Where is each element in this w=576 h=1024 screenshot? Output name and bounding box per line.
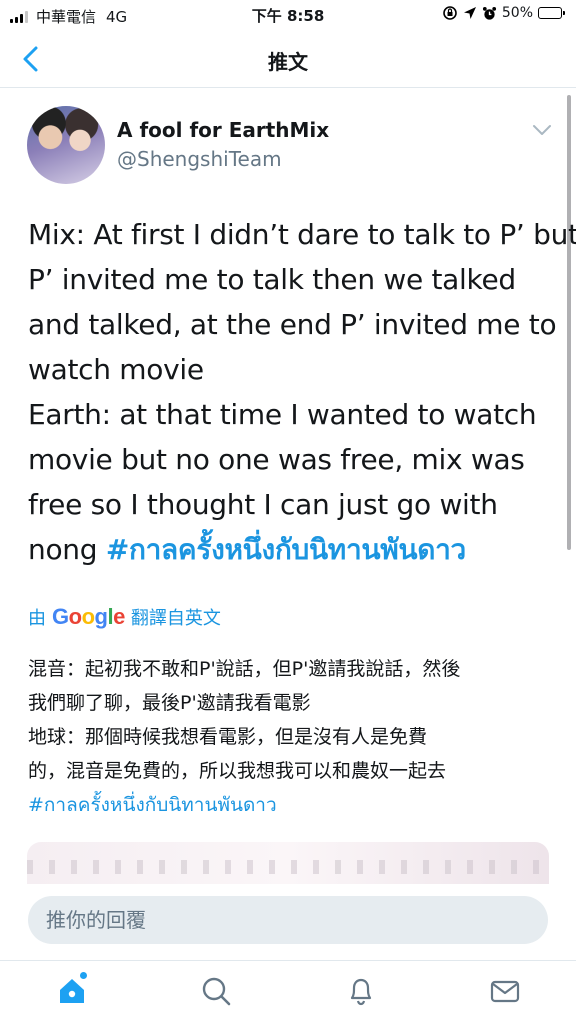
- battery-percent: 50%: [501, 5, 533, 21]
- translation-label: 翻譯自英文: [130, 608, 221, 629]
- translated-line: 混音：起初我不敢和P'說話，但P'邀請我說話，然後: [28, 658, 461, 680]
- alarm-icon: [482, 6, 496, 20]
- navigation-bar: 推文: [0, 30, 576, 88]
- translated-hashtag[interactable]: #กาลครั้งหนึ่งกับนิทานพันดาว: [28, 788, 556, 822]
- user-handle[interactable]: @ShengshiTeam: [117, 147, 282, 171]
- bell-icon: [350, 978, 372, 1006]
- translation-attribution[interactable]: 由 Google 翻譯自英文: [28, 604, 221, 630]
- hashtag-link[interactable]: #กาลครั้งหนึ่งกับนิทานพันดาว: [106, 533, 466, 566]
- tab-home[interactable]: [54, 971, 90, 1009]
- tab-notifications[interactable]: [343, 973, 379, 1009]
- tweet-text: Mix: At first I didn’t dare to talk to P…: [28, 212, 576, 572]
- tab-bar: [0, 960, 576, 1024]
- translation-by-label: 由: [28, 608, 46, 629]
- translated-line: 的，混音是免費的，所以我想我可以和農奴一起去: [28, 760, 447, 782]
- tweet-line: Earth: at that time I wanted to watch: [28, 398, 537, 431]
- reply-input[interactable]: [28, 896, 548, 944]
- avatar[interactable]: [27, 106, 105, 184]
- location-icon: [463, 7, 476, 19]
- tweet-line: movie but no one was free, mix was: [28, 443, 525, 476]
- notification-dot: [79, 971, 88, 980]
- tweet-line: P’ invited me to talk then we talked: [28, 263, 516, 296]
- tweet-line: nong #กาลครั้งหนึ่งกับนิทานพันดาว: [28, 527, 558, 572]
- translated-line: 地球：那個時候我想看電影，但是沒有人是免費: [28, 726, 428, 748]
- page-title: 推文: [268, 50, 308, 74]
- tweet-media-image[interactable]: [27, 842, 549, 884]
- tweet-line: Mix: At first I didn’t dare to talk to P…: [28, 218, 576, 251]
- chevron-down-icon[interactable]: [530, 120, 554, 140]
- tab-messages[interactable]: [487, 973, 523, 1009]
- google-logo: Google: [52, 604, 125, 629]
- tab-search[interactable]: [198, 973, 234, 1009]
- scroll-indicator: [567, 95, 571, 550]
- translated-line: 我們聊了聊，最後P'邀請我看電影: [28, 692, 311, 714]
- status-right: 50%: [437, 5, 565, 21]
- search-icon: [202, 977, 231, 1006]
- tweet-line-prefix: nong: [28, 533, 106, 566]
- screen-rotation-lock-icon: [443, 6, 457, 20]
- mail-icon: [490, 980, 520, 1003]
- reply-bar: [0, 884, 576, 960]
- display-name[interactable]: A fool for EarthMix: [117, 118, 329, 142]
- translated-text: 混音：起初我不敢和P'說話，但P'邀請我說話，然後 我們聊了聊，最後P'邀請我看…: [28, 652, 556, 822]
- tweet-line: watch movie: [28, 353, 204, 386]
- status-bar: 中華電信 4G 下午 8:58 50%: [0, 0, 576, 30]
- tweet-line: and talked, at the end P’ invited me to: [28, 308, 557, 341]
- battery-icon: [538, 7, 565, 19]
- tweet-line: free so I thought I can just go with: [28, 488, 498, 521]
